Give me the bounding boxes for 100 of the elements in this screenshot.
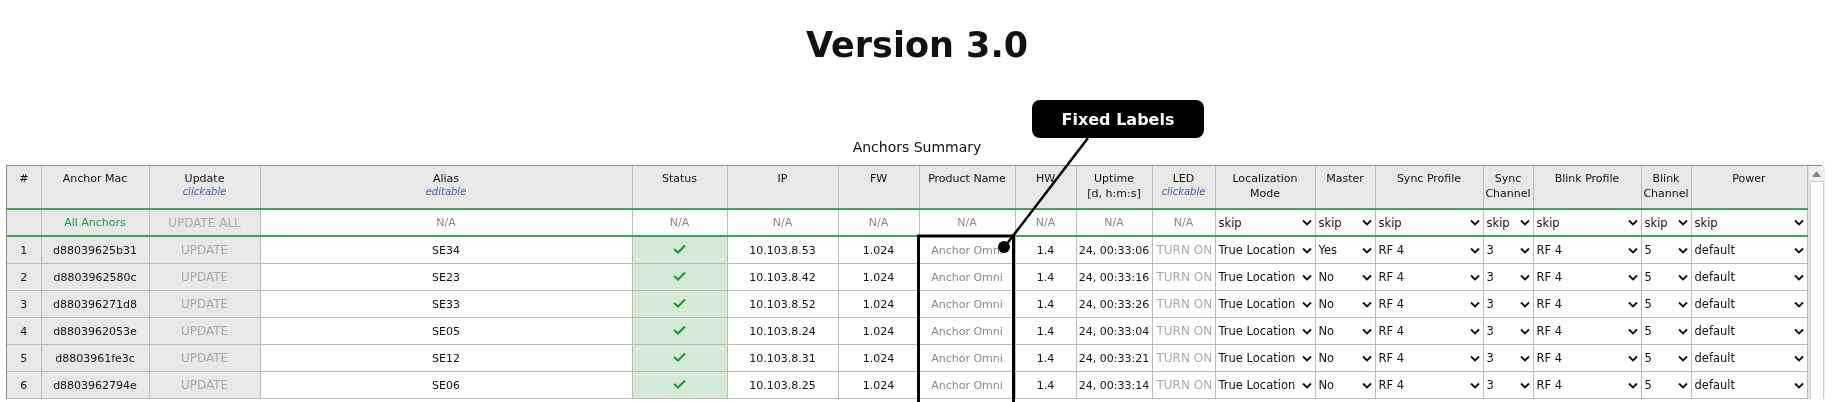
row-number: 6 [20,378,28,392]
column-header: LED clickable [1152,166,1215,209]
chevron-icon [1793,246,1804,254]
table-cell: d8803962794e [53,378,137,392]
filter-text: N/A [1173,216,1194,229]
chevron-icon [1627,381,1638,389]
column-header: # [7,166,41,209]
dropdown[interactable]: skip [1317,211,1373,234]
chevron-icon [1677,381,1688,389]
column-header: Update clickable [149,166,260,209]
chevron-icon [1627,246,1638,254]
chevron-icon [1793,273,1804,281]
chevron-icon [1793,300,1804,308]
column-header: HW [1015,166,1076,209]
table-cell: SE05 [432,324,460,338]
column-header: Sync Channel [1483,166,1533,209]
chevron-icon [1469,246,1480,254]
column-header: FW [838,166,919,209]
table-cell: 24, 00:33:14 [1078,378,1150,392]
filter-text: N/A [957,216,977,229]
table-cell: 24, 00:33:26 [1078,297,1150,311]
table-cell: 1.4 [1036,297,1055,311]
row-number: 3 [20,297,28,311]
row-number: 5 [20,351,28,365]
column-header: Master [1315,166,1375,209]
chevron-icon [1469,300,1480,308]
chevron-icon [1469,381,1480,389]
table-cell: 1.4 [1036,243,1055,257]
filter-text: N/A [868,216,889,229]
table-cell: d8803961fe3c [55,351,135,365]
chevron-icon [1361,300,1372,308]
column-header: Status [632,166,727,209]
chevron-icon [1361,354,1372,362]
chevron-icon [1519,273,1530,281]
dropdown[interactable]: skip [1485,211,1531,234]
table-cell: d880396271d8 [53,297,137,311]
filter-text: N/A [669,216,690,229]
column-header: Blink Channel [1641,166,1691,209]
chevron-icon [1677,300,1688,308]
chevron-icon [1627,219,1638,226]
chevron-icon [1519,354,1530,362]
column-header: Sync Profile [1375,166,1483,209]
chevron-icon [1519,219,1530,226]
check-icon [673,378,686,389]
column-header: Product Name [919,166,1015,209]
check-icon [673,351,686,362]
chevron-icon [1361,273,1372,281]
table-caption: Anchors Summary [852,138,982,157]
dropdown[interactable]: skip [1377,211,1481,234]
table-cell: SE34 [432,243,460,257]
dropdown[interactable]: skip [1643,211,1689,234]
table-cell: SE12 [432,351,460,365]
chevron-icon [1301,219,1312,226]
chevron-icon [1301,381,1312,389]
column-header: Localization Mode [1215,166,1315,209]
chevron-icon [1677,327,1688,335]
column-header: Anchor Mac [41,166,149,209]
check-icon [673,243,686,254]
chevron-icon [1361,219,1372,226]
table-cell: 1.024 [862,378,895,392]
dropdown[interactable]: skip [1693,211,1805,234]
chevron-icon [1677,273,1688,281]
table-cell: 24, 00:33:21 [1078,351,1150,365]
dropdown[interactable]: skip [1217,211,1313,234]
scroll-up-icon[interactable] [1812,171,1821,177]
chevron-icon [1301,246,1312,254]
table-cell: 1.024 [862,270,895,284]
table-cell: 1.024 [862,351,895,365]
table-cell: SE06 [432,378,460,392]
table-cell: 24, 00:33:16 [1078,270,1150,284]
row-number: 2 [20,270,28,284]
table-cell: 10.103.8.25 [749,378,816,392]
chevron-icon [1627,354,1638,362]
table-cell: 1.024 [862,243,895,257]
column-header: IP [727,166,838,209]
product-name: Anchor Omni [931,270,1003,284]
table-cell: 10.103.8.42 [749,270,816,284]
chevron-icon [1627,327,1638,335]
column-header: Alias editable [260,166,632,209]
chevron-icon [1793,354,1804,362]
chevron-icon [1627,273,1638,281]
chevron-icon [1301,354,1312,362]
chevron-icon [1793,219,1804,226]
table-cell: 10.103.8.52 [749,297,816,311]
chevron-icon [1301,327,1312,335]
chevron-icon [1519,246,1530,254]
chevron-icon [1469,327,1480,335]
filter-text: N/A [436,216,456,229]
filter-text: N/A [772,216,793,229]
callout-label: Fixed Labels [1032,100,1204,138]
chevron-icon [1301,273,1312,281]
column-header: Uptime [d, h:m:s] [1076,166,1152,209]
check-icon [673,297,686,308]
dropdown[interactable]: skip [1535,211,1639,234]
product-name: Anchor Omni [931,378,1003,392]
chevron-icon [1627,300,1638,308]
filter-text: N/A [1035,216,1056,229]
table-cell: d8803962580c [53,270,137,284]
table-cell: 1.024 [862,297,895,311]
chevron-icon [1469,354,1480,362]
